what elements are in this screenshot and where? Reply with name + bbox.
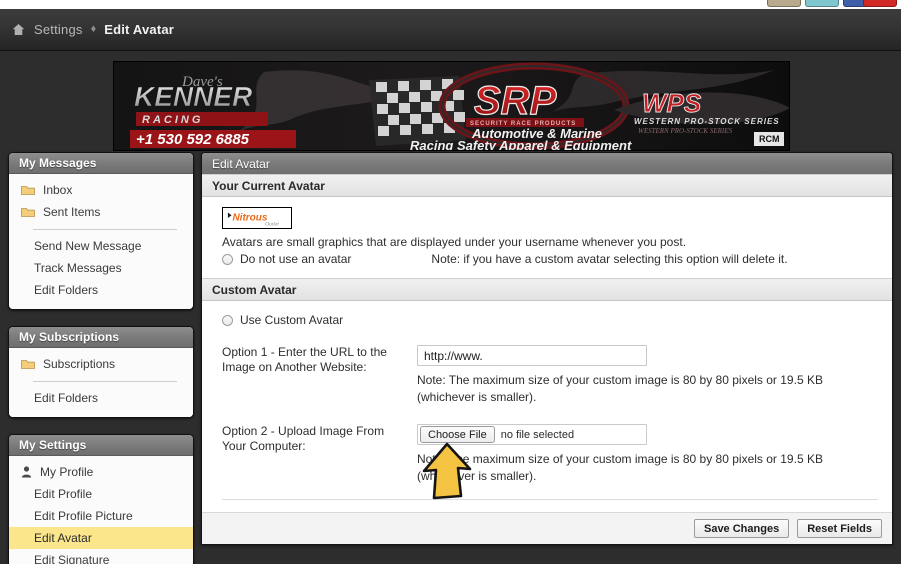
sidebar-item-label: Track Messages bbox=[34, 261, 122, 275]
sidebar-panel-my-subscriptions: My Subscriptions Subscriptions Edit Fold… bbox=[8, 326, 194, 418]
sidebar-item-label: Edit Profile bbox=[34, 487, 93, 501]
sidebar-divider bbox=[33, 381, 177, 382]
option-2-note: Note: The maximum size of your custom im… bbox=[417, 452, 823, 483]
section-title-custom-avatar: Custom Avatar bbox=[202, 278, 892, 301]
radio-use-custom-avatar[interactable] bbox=[222, 314, 233, 326]
breadcrumb-separator-icon: ♦ bbox=[90, 23, 97, 35]
svg-text:RACING: RACING bbox=[142, 114, 203, 126]
person-icon bbox=[21, 466, 32, 478]
sidebar-divider bbox=[33, 229, 177, 230]
option-1-field-wrap: Note: The maximum size of your custom im… bbox=[417, 345, 878, 406]
option-1-row: Option 1 - Enter the URL to the Image on… bbox=[222, 345, 878, 406]
sidebar-item-track-messages[interactable]: Track Messages bbox=[9, 257, 193, 279]
option-1-note: Note: The maximum size of your custom im… bbox=[417, 373, 823, 404]
sidebar-item-edit-profile-picture[interactable]: Edit Profile Picture bbox=[9, 505, 193, 527]
sidebar-item-label: Sent Items bbox=[43, 205, 101, 219]
folder-icon bbox=[21, 359, 35, 369]
sidebar-panel-body: Subscriptions Edit Folders bbox=[9, 348, 193, 417]
sidebar-item-my-profile[interactable]: My Profile bbox=[9, 461, 193, 483]
breadcrumb-parent[interactable]: Settings bbox=[34, 22, 83, 37]
sidebar-item-edit-folders-subscriptions[interactable]: Edit Folders bbox=[9, 387, 193, 409]
home-icon[interactable] bbox=[12, 23, 25, 36]
site-banner[interactable]: Dave's KENNER RACING +1 530 592 6885 SRP… bbox=[113, 61, 790, 151]
svg-text:RCM: RCM bbox=[759, 134, 780, 144]
sidebar-item-label: Edit Folders bbox=[34, 283, 99, 297]
toolbar-button-4[interactable] bbox=[863, 0, 897, 7]
sidebar-item-label: Edit Profile Picture bbox=[34, 509, 133, 523]
choose-file-button[interactable]: Choose File bbox=[420, 426, 495, 443]
toolbar-button-2[interactable] bbox=[805, 0, 839, 7]
current-avatar-image: Nitrous Outlet bbox=[222, 207, 292, 229]
page-root: Settings ♦ Edit Avatar Dave's KENNER RAC… bbox=[0, 0, 901, 564]
sidebar-item-label: Subscriptions bbox=[43, 357, 116, 371]
radio-label-use-custom-avatar[interactable]: Use Custom Avatar bbox=[240, 313, 343, 327]
sidebar: My Messages Inbox Sent Items Send New Me… bbox=[8, 152, 194, 564]
use-custom-avatar-row: Use Custom Avatar bbox=[222, 313, 878, 327]
sidebar-item-edit-profile[interactable]: Edit Profile bbox=[9, 483, 193, 505]
avatar-url-input[interactable] bbox=[417, 345, 647, 366]
svg-text:WESTERN PRO-STOCK SERIES: WESTERN PRO-STOCK SERIES bbox=[634, 117, 780, 126]
selected-file-name: no file selected bbox=[500, 428, 575, 441]
sidebar-item-edit-signature[interactable]: Edit Signature bbox=[9, 549, 193, 564]
sidebar-item-label: Send New Message bbox=[34, 239, 142, 253]
page-title: Edit Avatar bbox=[202, 153, 892, 174]
sidebar-panel-my-messages: My Messages Inbox Sent Items Send New Me… bbox=[8, 152, 194, 310]
reset-fields-button[interactable]: Reset Fields bbox=[797, 519, 882, 538]
section-body-current-avatar: Nitrous Outlet Avatars are small graphic… bbox=[202, 197, 892, 278]
svg-text:+1 530 592 6885: +1 530 592 6885 bbox=[136, 131, 250, 148]
sidebar-item-edit-folders[interactable]: Edit Folders bbox=[9, 279, 193, 301]
content-divider bbox=[222, 499, 878, 500]
sidebar-item-edit-avatar[interactable]: Edit Avatar bbox=[9, 527, 193, 549]
sidebar-item-label: Edit Avatar bbox=[34, 531, 92, 545]
sidebar-item-subscriptions[interactable]: Subscriptions bbox=[9, 353, 193, 375]
content-footer: Save Changes Reset Fields bbox=[202, 512, 892, 544]
sidebar-panel-title: My Settings bbox=[9, 435, 193, 456]
sidebar-panel-body: My Profile Edit Profile Edit Profile Pic… bbox=[9, 456, 193, 564]
svg-text:Outlet: Outlet bbox=[265, 221, 279, 227]
sidebar-item-send-new-message[interactable]: Send New Message bbox=[9, 235, 193, 257]
svg-text:WESTERN PRO-STOCK SERIES: WESTERN PRO-STOCK SERIES bbox=[638, 127, 732, 135]
avatar-file-input[interactable]: Choose File no file selected bbox=[417, 424, 647, 445]
svg-text:WPS: WPS bbox=[642, 88, 702, 118]
svg-text:Racing Safety Apparel & Equipm: Racing Safety Apparel & Equipment bbox=[410, 138, 632, 151]
sidebar-item-label: My Profile bbox=[40, 465, 94, 479]
avatar-description: Avatars are small graphics that are disp… bbox=[222, 235, 687, 249]
sidebar-item-label: Inbox bbox=[43, 183, 73, 197]
sidebar-item-label: Edit Signature bbox=[34, 553, 110, 564]
save-changes-button[interactable]: Save Changes bbox=[693, 519, 790, 538]
main-content-card: Edit Avatar Your Current Avatar Nitrous … bbox=[201, 152, 893, 545]
folder-icon bbox=[21, 185, 35, 195]
sidebar-panel-title: My Messages bbox=[9, 153, 193, 174]
option-2-field-wrap: Choose File no file selected Note: The m… bbox=[417, 424, 878, 485]
option-1-label: Option 1 - Enter the URL to the Image on… bbox=[222, 345, 387, 374]
option-2-label: Option 2 - Upload Image From Your Comput… bbox=[222, 424, 385, 453]
banner-graphic: Dave's KENNER RACING +1 530 592 6885 SRP… bbox=[114, 62, 789, 151]
sidebar-item-inbox[interactable]: Inbox bbox=[9, 179, 193, 201]
toolbar-button-1[interactable] bbox=[767, 0, 801, 7]
section-body-custom-avatar: Use Custom Avatar Option 1 - Enter the U… bbox=[202, 301, 892, 512]
browser-toolbar-sliver bbox=[0, 0, 901, 9]
folder-icon bbox=[21, 207, 35, 217]
radio-do-not-use-avatar[interactable] bbox=[222, 253, 233, 265]
no-avatar-note: Note: if you have a custom avatar select… bbox=[431, 252, 788, 266]
svg-text:KENNER: KENNER bbox=[134, 81, 253, 112]
breadcrumb: Settings ♦ Edit Avatar bbox=[0, 9, 901, 51]
section-title-current-avatar: Your Current Avatar bbox=[202, 174, 892, 197]
svg-text:SRP: SRP bbox=[474, 79, 557, 123]
sidebar-item-label: Edit Folders bbox=[34, 391, 99, 405]
option-2-row: Option 2 - Upload Image From Your Comput… bbox=[222, 424, 878, 485]
svg-text:Nitrous: Nitrous bbox=[232, 213, 267, 224]
sidebar-panel-title: My Subscriptions bbox=[9, 327, 193, 348]
no-avatar-option-row: Do not use an avatar Note: if you have a… bbox=[222, 252, 878, 266]
radio-label-do-not-use-avatar[interactable]: Do not use an avatar bbox=[240, 252, 351, 266]
sidebar-panel-my-settings: My Settings My Profile Edit Profile Edit… bbox=[8, 434, 194, 564]
sidebar-item-sent-items[interactable]: Sent Items bbox=[9, 201, 193, 223]
sidebar-panel-body: Inbox Sent Items Send New Message Track … bbox=[9, 174, 193, 309]
breadcrumb-current: Edit Avatar bbox=[104, 22, 175, 37]
